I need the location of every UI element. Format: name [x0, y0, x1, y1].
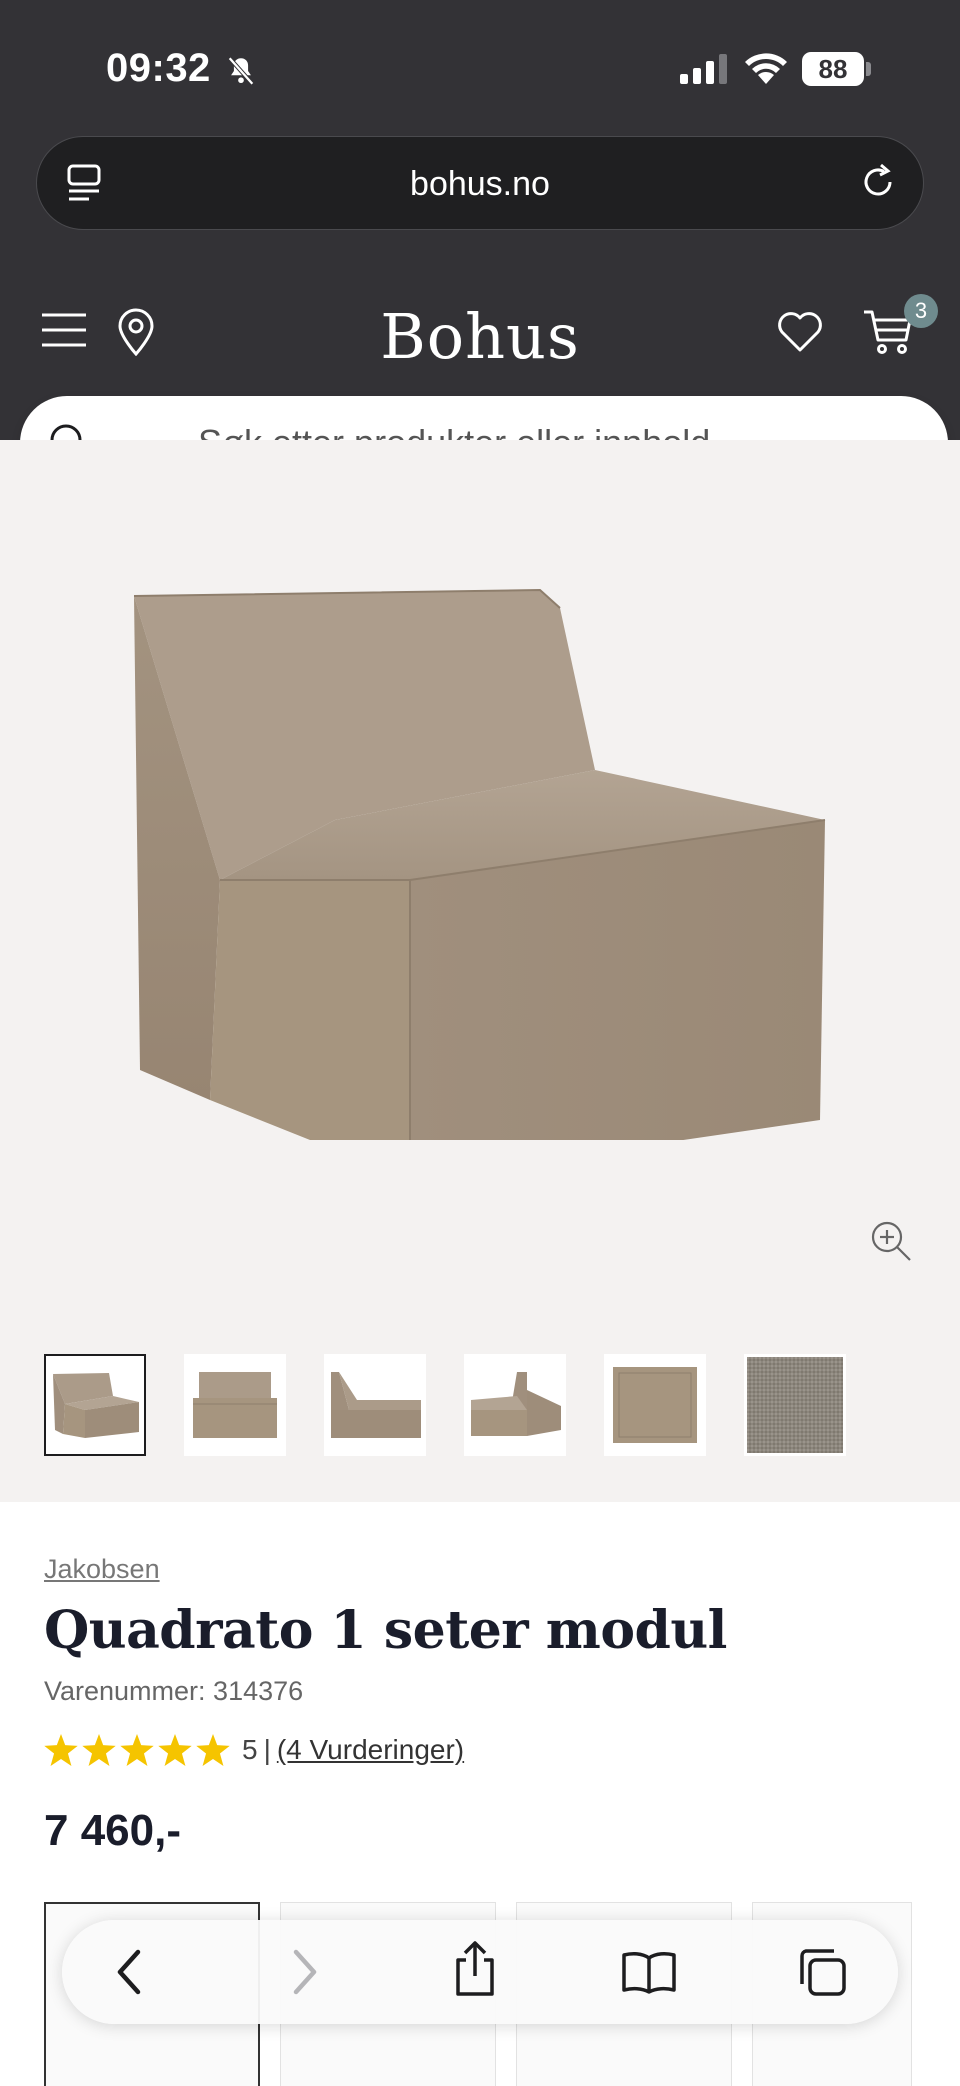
forward-arrow-icon[interactable] [290, 1946, 320, 2003]
product-title: Quadrato 1 seter modul [44, 1600, 727, 1661]
silent-bell-icon [224, 54, 258, 93]
wishlist-heart-icon[interactable] [776, 310, 824, 359]
star-icon [44, 1734, 78, 1766]
product-main-image[interactable] [120, 580, 840, 1180]
browser-toolbar [62, 1920, 898, 2024]
battery-indicator: 88 [802, 52, 864, 86]
cart-count-badge: 3 [904, 294, 938, 328]
product-gallery [0, 440, 960, 1502]
thumbnail-2[interactable] [184, 1354, 286, 1456]
star-icon [82, 1734, 116, 1766]
reload-icon[interactable] [857, 161, 899, 208]
thumbnail-1[interactable] [44, 1354, 146, 1456]
product-brand-link[interactable]: Jakobsen [44, 1554, 160, 1585]
url-text[interactable]: bohus.no [37, 165, 923, 204]
site-header: 09:32 88 bohus.no Bohus 3 [0, 0, 960, 440]
rating-stars [44, 1734, 230, 1766]
address-bar[interactable]: bohus.no [36, 136, 924, 230]
product-rating: 5 | (4 Vurderinger) [44, 1734, 464, 1766]
status-bar: 09:32 88 [0, 0, 960, 130]
thumbnail-6-fabric[interactable] [744, 1354, 846, 1456]
rating-value: 5 [242, 1734, 258, 1765]
rating-separator: | [263, 1734, 271, 1765]
star-icon [196, 1734, 230, 1766]
site-nav: Bohus 3 [0, 280, 960, 380]
battery-cap [866, 62, 871, 76]
wifi-icon [744, 50, 788, 89]
product-sku: Varenummer: 314376 [44, 1676, 304, 1706]
status-time: 09:32 [106, 46, 211, 90]
share-icon[interactable] [452, 1940, 498, 2003]
cellular-signal-icon [680, 54, 728, 89]
zoom-in-icon[interactable] [870, 1220, 912, 1267]
thumbnail-3[interactable] [324, 1354, 426, 1456]
star-icon [158, 1734, 192, 1766]
star-icon [120, 1734, 154, 1766]
thumbnail-5[interactable] [604, 1354, 706, 1456]
thumbnail-4[interactable] [464, 1354, 566, 1456]
reviews-link[interactable]: (4 Vurderinger) [277, 1734, 464, 1766]
back-arrow-icon[interactable] [114, 1946, 144, 2003]
product-price: 7 460,- [44, 1806, 181, 1855]
tabs-overview-icon[interactable] [796, 1946, 848, 2003]
bookmarks-icon[interactable] [620, 1950, 678, 1999]
